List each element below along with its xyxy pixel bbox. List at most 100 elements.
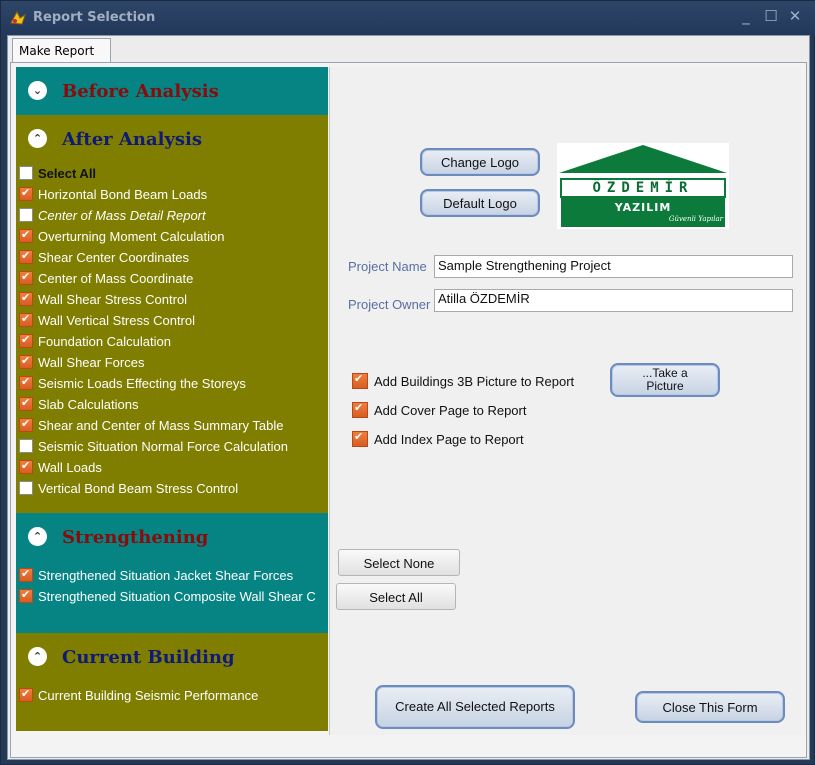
section-after-analysis[interactable]: ⌃ After Analysis xyxy=(16,115,328,163)
select-none-button[interactable]: Select None xyxy=(338,549,460,576)
item-label: Wall Vertical Stress Control xyxy=(38,313,196,328)
section-current-building[interactable]: ⌃ Current Building xyxy=(16,633,328,681)
list-item[interactable]: Horizontal Bond Beam Loads xyxy=(16,184,328,205)
tab-make-report[interactable]: Make Report xyxy=(12,38,111,62)
section-title: Current Building xyxy=(62,647,235,668)
chevron-up-icon[interactable]: ⌃ xyxy=(28,647,47,666)
checkbox[interactable] xyxy=(19,439,33,453)
item-label: Current Building Seismic Performance xyxy=(38,688,259,703)
company-logo: ÖZDEMİR YAZILIM Güvenli Yapılar xyxy=(557,143,729,229)
list-item[interactable]: Seismic Loads Effecting the Storeys xyxy=(16,373,328,394)
item-label: Center of Mass Coordinate xyxy=(38,271,194,286)
section-strengthening[interactable]: ⌃ Strengthening xyxy=(16,513,328,561)
checkbox[interactable] xyxy=(19,481,33,495)
item-label: Wall Shear Forces xyxy=(38,355,145,370)
report-list-pane: ⌄ Before Analysis ⌃ After Analysis Selec… xyxy=(16,67,328,735)
item-label: Seismic Situation Normal Force Calculati… xyxy=(38,439,288,454)
list-item[interactable]: Shear and Center of Mass Summary Table xyxy=(16,415,328,436)
list-item[interactable]: Select All xyxy=(16,163,328,184)
checkbox[interactable] xyxy=(19,459,33,474)
button-label-line2: Picture xyxy=(646,379,684,393)
item-label: Select All xyxy=(38,166,97,181)
option-label: Add Cover Page to Report xyxy=(374,403,527,418)
option-label: Add Buildings 3B Picture to Report xyxy=(374,374,575,389)
logo-name: ÖZDEMİR xyxy=(592,180,694,196)
checkbox[interactable] xyxy=(19,270,33,285)
checkbox[interactable] xyxy=(19,208,33,222)
list-item[interactable]: Center of Mass Coordinate xyxy=(16,268,328,289)
checkbox[interactable] xyxy=(352,401,368,418)
chevron-down-icon[interactable]: ⌄ xyxy=(28,81,47,100)
after-analysis-list: Select All Horizontal Bond Beam Loads Cent… xyxy=(16,163,328,513)
title-bar: Report Selection _ ☐ ✕ xyxy=(1,1,815,35)
list-item[interactable]: Strengthened Situation Composite Wall Sh… xyxy=(16,586,328,607)
item-label: Wall Loads xyxy=(38,460,102,475)
checkbox[interactable] xyxy=(352,430,368,447)
default-logo-button[interactable]: Default Logo xyxy=(420,189,540,217)
checkbox[interactable] xyxy=(19,375,33,390)
item-label: Slab Calculations xyxy=(38,397,139,412)
checkbox[interactable] xyxy=(19,249,33,264)
settings-pane: Change Logo Default Logo ÖZDEMİR YAZILIM… xyxy=(329,67,801,735)
list-item[interactable]: Vertical Bond Beam Stress Control xyxy=(16,478,328,499)
section-title: After Analysis xyxy=(62,129,203,150)
checkbox[interactable] xyxy=(352,372,368,389)
item-label: Overturning Moment Calculation xyxy=(38,229,225,244)
item-label: Shear Center Coordinates xyxy=(38,250,190,265)
checkbox[interactable] xyxy=(19,354,33,369)
project-owner-label: Project Owner xyxy=(348,297,431,312)
checkbox[interactable] xyxy=(19,228,33,243)
list-item[interactable]: Slab Calculations xyxy=(16,394,328,415)
list-item[interactable]: Wall Shear Stress Control xyxy=(16,289,328,310)
chevron-up-icon[interactable]: ⌃ xyxy=(28,129,47,148)
window-title: Report Selection xyxy=(33,10,156,25)
item-label: Strengthened Situation Jacket Shear Forc… xyxy=(38,568,294,583)
list-item[interactable]: Overturning Moment Calculation xyxy=(16,226,328,247)
item-label: Wall Shear Stress Control xyxy=(38,292,188,307)
project-name-field[interactable]: Sample Strengthening Project xyxy=(434,255,793,278)
checkbox[interactable] xyxy=(19,396,33,411)
close-form-button[interactable]: Close This Form xyxy=(635,691,785,723)
list-item[interactable]: Center of Mass Detail Report xyxy=(16,205,328,226)
section-title: Strengthening xyxy=(62,527,209,548)
checkbox[interactable] xyxy=(19,291,33,306)
project-name-label: Project Name xyxy=(348,259,427,274)
client-area: Make Report ⌄ Before Analysis ⌃ After An… xyxy=(7,35,810,760)
checkbox[interactable] xyxy=(19,588,33,603)
item-label: Strengthened Situation Composite Wall Sh… xyxy=(38,589,316,604)
checkbox[interactable] xyxy=(19,417,33,432)
minimize-icon[interactable]: _ xyxy=(736,7,756,25)
section-title: Before Analysis xyxy=(62,81,219,102)
checkbox[interactable] xyxy=(19,687,33,702)
checkbox[interactable] xyxy=(19,312,33,327)
checkbox[interactable] xyxy=(19,166,33,180)
list-item[interactable]: Shear Center Coordinates xyxy=(16,247,328,268)
change-logo-button[interactable]: Change Logo xyxy=(420,148,540,176)
current-building-list: Current Building Seismic Performance xyxy=(16,681,328,731)
list-item[interactable]: Wall Shear Forces xyxy=(16,352,328,373)
checkbox[interactable] xyxy=(19,186,33,201)
item-label: Vertical Bond Beam Stress Control xyxy=(38,481,239,496)
item-label: Center of Mass Detail Report xyxy=(38,208,206,223)
logo-sub: YAZILIM xyxy=(614,201,672,214)
list-item[interactable]: Current Building Seismic Performance xyxy=(16,685,328,706)
take-picture-button[interactable]: ...Take a Picture xyxy=(610,363,720,397)
list-item[interactable]: Seismic Situation Normal Force Calculati… xyxy=(16,436,328,457)
list-item[interactable]: Strengthened Situation Jacket Shear Forc… xyxy=(16,565,328,586)
item-label: Foundation Calculation xyxy=(38,334,171,349)
checkbox[interactable] xyxy=(19,333,33,348)
list-item[interactable]: Wall Vertical Stress Control xyxy=(16,310,328,331)
list-item[interactable]: Wall Loads xyxy=(16,457,328,478)
report-selection-window: Report Selection _ ☐ ✕ Make Report ⌄ Bef… xyxy=(0,0,815,765)
create-reports-button[interactable]: Create All Selected Reports xyxy=(375,685,575,729)
close-icon[interactable]: ✕ xyxy=(785,7,805,25)
list-item[interactable]: Foundation Calculation xyxy=(16,331,328,352)
section-before-analysis[interactable]: ⌄ Before Analysis xyxy=(16,67,328,115)
select-all-button[interactable]: Select All xyxy=(336,583,456,610)
chevron-up-icon[interactable]: ⌃ xyxy=(28,527,47,546)
item-label: Seismic Loads Effecting the Storeys xyxy=(38,376,246,391)
app-icon xyxy=(10,10,26,25)
checkbox[interactable] xyxy=(19,567,33,582)
project-owner-field[interactable]: Atilla ÖZDEMİR xyxy=(434,289,793,312)
maximize-icon[interactable]: ☐ xyxy=(761,7,781,25)
